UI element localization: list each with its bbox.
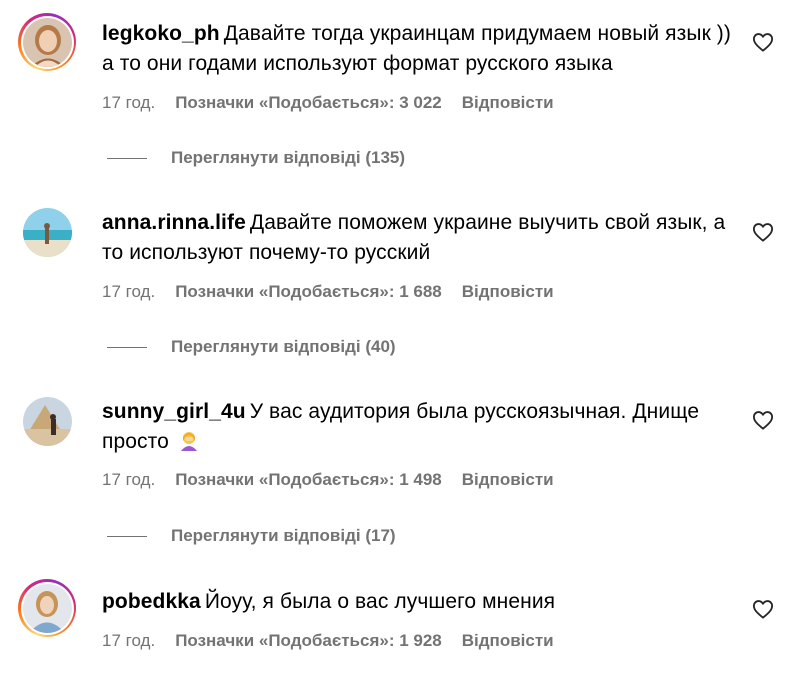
comment-meta: 17 год. Позначки «Подобається»: 1 498 Відп…: [102, 470, 554, 490]
reply-button[interactable]: Відповісти: [462, 282, 554, 301]
like-count[interactable]: Позначки «Подобається»: 1 928: [175, 631, 442, 650]
woman-facepalming-icon: [180, 432, 197, 451]
avatar: [22, 583, 72, 633]
avatar: [22, 17, 72, 67]
view-replies-button[interactable]: Переглянути відповіді (17): [107, 526, 396, 546]
heart-icon[interactable]: [752, 599, 774, 619]
avatar: [22, 207, 72, 257]
avatar-container[interactable]: [18, 392, 76, 450]
heart-icon[interactable]: [752, 32, 774, 52]
reply-button[interactable]: Відповісти: [462, 470, 554, 489]
comment-meta: 17 год. Позначки «Подобається»: 3 022 Відп…: [102, 93, 554, 113]
avatar-frame: [20, 581, 74, 635]
comment-body: sunny_girl_4u У вас аудитория была русско…: [102, 397, 732, 460]
comment-meta: 17 год. Позначки «Подобається»: 1 928 Відп…: [102, 631, 554, 651]
comment-body: anna.rinna.life Давайте поможем украине в…: [102, 208, 732, 268]
facepalm-emoji: [179, 429, 199, 460]
comment-body: pobedkka Йоуу, я была о вас лучшего мнени…: [102, 587, 732, 617]
comment-username[interactable]: legkoko_ph: [102, 22, 220, 45]
comment-time[interactable]: 17 год.: [102, 631, 155, 650]
like-count[interactable]: Позначки «Подобається»: 3 022: [175, 93, 442, 112]
heart-icon[interactable]: [752, 410, 774, 430]
comment-username[interactable]: sunny_girl_4u: [102, 400, 246, 423]
comment-username[interactable]: anna.rinna.life: [102, 211, 246, 234]
avatar-story-ring[interactable]: [18, 579, 76, 637]
avatar: [22, 396, 72, 446]
view-replies-label: Переглянути відповіді (40): [171, 337, 396, 356]
comment-username[interactable]: pobedkka: [102, 590, 201, 613]
comment-body: legkoko_ph Давайте тогда украинцам придум…: [102, 19, 732, 79]
view-replies-label: Переглянути відповіді (135): [171, 148, 406, 167]
comment-text: Йоуу, я была о вас лучшего мнения: [204, 590, 556, 613]
reply-button[interactable]: Відповісти: [462, 93, 554, 112]
user-photo-icon: [22, 17, 72, 67]
like-count[interactable]: Позначки «Подобається»: 1 498: [175, 470, 442, 489]
user-photo-icon: [22, 207, 72, 257]
avatar-story-ring[interactable]: [18, 13, 76, 71]
comment-time[interactable]: 17 год.: [102, 93, 155, 112]
comment-meta: 17 год. Позначки «Подобається»: 1 688 Відп…: [102, 282, 554, 302]
divider-line: [107, 535, 147, 537]
avatar-container[interactable]: [18, 203, 76, 261]
like-count[interactable]: Позначки «Подобається»: 1 688: [175, 282, 442, 301]
user-photo-icon: [22, 583, 72, 633]
comment-time[interactable]: 17 год.: [102, 282, 155, 301]
view-replies-button[interactable]: Переглянути відповіді (40): [107, 337, 396, 357]
heart-icon[interactable]: [752, 222, 774, 242]
divider-line: [107, 346, 147, 348]
avatar-frame: [20, 15, 74, 69]
reply-button[interactable]: Відповісти: [462, 631, 554, 650]
comment-time[interactable]: 17 год.: [102, 470, 155, 489]
view-replies-label: Переглянути відповіді (17): [171, 526, 396, 545]
divider-line: [107, 157, 147, 159]
view-replies-button[interactable]: Переглянути відповіді (135): [107, 148, 405, 168]
user-photo-icon: [22, 396, 72, 446]
